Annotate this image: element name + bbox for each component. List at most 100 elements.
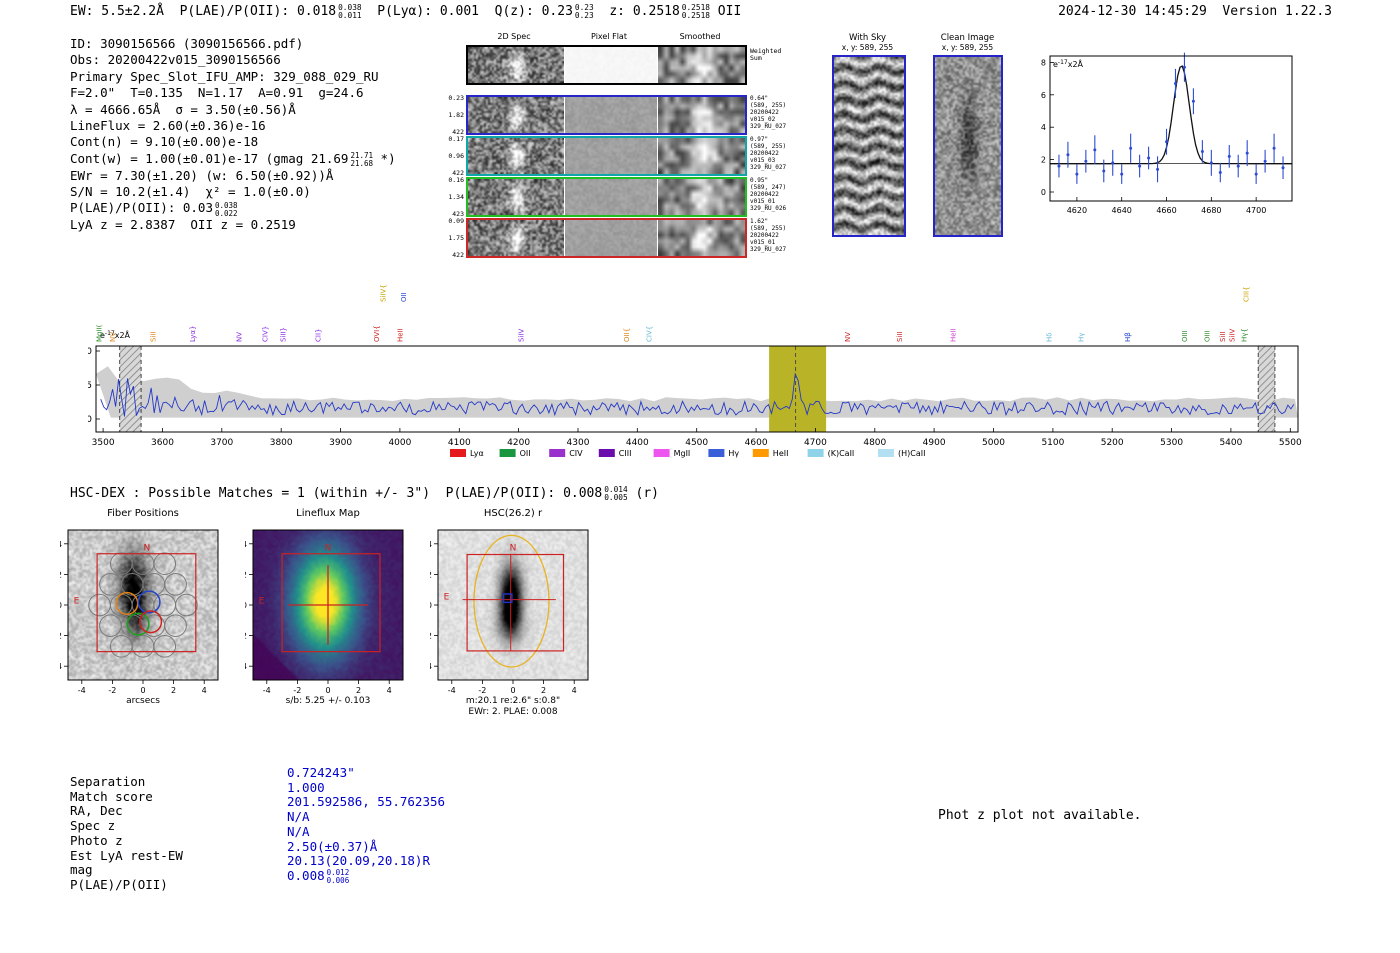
svg-text:2: 2 — [430, 570, 432, 579]
with-sky-title: With Sky — [848, 33, 887, 43]
text-segment: P(Lyα): 0.001 Q(z): 0.23 — [361, 4, 573, 19]
svg-text:0: 0 — [140, 686, 145, 695]
svg-text:4660: 4660 — [1156, 206, 1176, 215]
match-row-label: Match score — [70, 788, 153, 804]
svg-text:E: E — [74, 596, 80, 606]
svg-text:4: 4 — [60, 540, 62, 549]
info-line: EWr = 7.30(±1.20) (w: 6.50(±0.92))Å — [70, 168, 396, 184]
spec2d-flat-image — [565, 220, 657, 256]
svg-text:Lyα: Lyα — [470, 449, 484, 458]
text-segment: LineFlux = 2.60(±0.36)e-16 — [70, 118, 266, 134]
info-line: Obs: 20200422v015_3090156566 — [70, 52, 396, 68]
svg-text:4100: 4100 — [448, 438, 471, 448]
text-segment: N/A — [287, 823, 310, 839]
stacked-uncertainty: 0.038 0.011 — [338, 3, 362, 21]
svg-text:MgII(: MgII( — [95, 324, 103, 342]
match-row-value: 0.008 0.012 0.006 — [287, 868, 445, 885]
text-segment: EWr = 7.30(±1.20) (w: 6.50(±0.92))Å — [70, 167, 334, 183]
text-segment: ID: 3090156566 (3090156566.pdf) — [70, 36, 304, 51]
spec2d-smooth-image — [658, 47, 745, 83]
svg-text:5000: 5000 — [982, 438, 1005, 448]
spec2d-smooth-image — [658, 220, 745, 256]
svg-text:2: 2 — [245, 570, 247, 579]
stacked-uncertainty: 0.014 0.005 — [604, 485, 628, 503]
svg-text:4700: 4700 — [804, 438, 827, 448]
spec2d-row-meta: 0.64" (589, 255) 20200422 v015_02 329_RU_027 — [750, 95, 787, 130]
svg-text:-4: -4 — [245, 662, 247, 671]
spec2d-smooth-image — [658, 138, 745, 174]
svg-text:4640: 4640 — [1112, 206, 1132, 215]
svg-text:OII: OII — [400, 292, 408, 302]
emission-line-fit-plot: 4620 4640 4660 4680 4700 0 2 4 6 8 e-17x2Å — [1041, 52, 1293, 215]
svg-text:4: 4 — [387, 686, 392, 695]
svg-text:4: 4 — [202, 686, 207, 695]
svg-text:4: 4 — [572, 686, 577, 695]
spec2d-spec-image — [468, 97, 564, 133]
with-sky-panel: With Sky x, y: 589, 255 — [820, 33, 915, 237]
svg-text:-2: -2 — [430, 632, 432, 641]
spec2d-spec-image — [468, 47, 564, 83]
match-row-value: N/A — [287, 823, 445, 840]
with-sky-image — [832, 55, 906, 237]
match-row-value: 0.724243" — [287, 765, 445, 781]
svg-text:2: 2 — [541, 686, 546, 695]
svg-text:CIV}: CIV} — [262, 326, 270, 342]
stacked-uncertainty: 0.23 0.23 — [574, 3, 594, 21]
text-segment: 20.13(20.09,20.18)R — [287, 853, 430, 869]
spec2d-exposure-row — [466, 177, 747, 217]
text-segment: Cont(n) = 9.10(±0.00)e-18 — [70, 134, 259, 150]
text-segment: 1.000 — [287, 779, 325, 795]
svg-text:-2: -2 — [60, 632, 62, 641]
svg-text:-4: -4 — [78, 686, 86, 695]
match-row-label: Separation — [70, 774, 146, 789]
svg-text:5500: 5500 — [1279, 438, 1302, 448]
fiber-positions-xlabel: arcsecs — [126, 696, 160, 706]
svg-text:4620: 4620 — [1067, 206, 1087, 215]
svg-text:-2: -2 — [108, 686, 116, 695]
svg-text:0: 0 — [325, 686, 330, 695]
spec2d-weighted-row — [466, 45, 747, 85]
detection-info-block: ID: 3090156566 (3090156566.pdf) Obs: 2020… — [70, 36, 396, 234]
svg-text:OVI{: OVI{ — [373, 325, 381, 342]
match-row-label: RA, Dec — [70, 803, 123, 819]
svg-text:HeII: HeII — [773, 449, 789, 458]
match-row-value: 2.50(±0.37)Å — [287, 839, 445, 855]
svg-text:-2: -2 — [293, 686, 301, 695]
svg-text:-4: -4 — [60, 662, 62, 671]
stacked-uncertainty: 0.038 0.022 — [215, 200, 238, 218]
match-row-label: P(LAE)/P(OII) — [70, 876, 168, 892]
svg-text:SiIV: SiIV — [1229, 329, 1237, 342]
text-segment: (r) — [627, 486, 660, 501]
spec2d-exposure-row — [466, 95, 747, 135]
match-row-label: Photo z — [70, 832, 123, 848]
spec2d-row-meta: 0.97" (589, 255) 20200422 v015_03 329_RU_027 — [750, 136, 787, 171]
svg-text:0: 0 — [1041, 188, 1046, 197]
lineflux-map-xlabel: s/b: 5.25 +/- 0.103 — [285, 696, 371, 706]
svg-text:E: E — [259, 596, 265, 606]
svg-text:3900: 3900 — [329, 438, 352, 448]
info-line: ID: 3090156566 (3090156566.pdf) — [70, 36, 396, 52]
spec2d-flat-image — [565, 47, 657, 83]
photz-note: Phot z plot not available. — [938, 808, 1142, 823]
svg-text:OIII: OIII — [1204, 330, 1212, 342]
match-row-value: 1.000 — [287, 779, 445, 796]
hsc-cutout-xlabel2: EWr: 2. PLAE: 0.008 — [468, 707, 558, 717]
svg-text:5400: 5400 — [1219, 438, 1242, 448]
spec2d-exposure-row — [466, 136, 747, 176]
svg-text:4680: 4680 — [1201, 206, 1221, 215]
svg-text:4: 4 — [430, 540, 432, 549]
spec2d-row-stats: 0.17 0.96 422 — [448, 135, 464, 177]
info-line: Primary Spec_Slot_IFU_AMP: 329_088_029_R… — [70, 69, 396, 85]
svg-text:NV: NV — [844, 332, 852, 342]
svg-text:OII{: OII{ — [623, 328, 631, 342]
full-spectrum-figure: 3500 3600 3700 3800 3900 4000 4100 4200 4300 4400… — [81, 264, 1313, 469]
header-timestamp-version: 2024-12-30 14:45:29 Version 1.22.3 — [1058, 4, 1332, 19]
svg-text:NV: NV — [235, 332, 243, 342]
svg-text:4: 4 — [245, 540, 247, 549]
svg-text:CIII: CIII — [619, 449, 632, 458]
text-segment: Obs: 20200422v015_3090156566 — [70, 52, 281, 68]
svg-text:E: E — [444, 593, 450, 603]
svg-text:-4: -4 — [430, 662, 432, 671]
text-segment: z: 0.2518 — [593, 4, 680, 19]
spec2d-exposure-row — [466, 218, 747, 258]
